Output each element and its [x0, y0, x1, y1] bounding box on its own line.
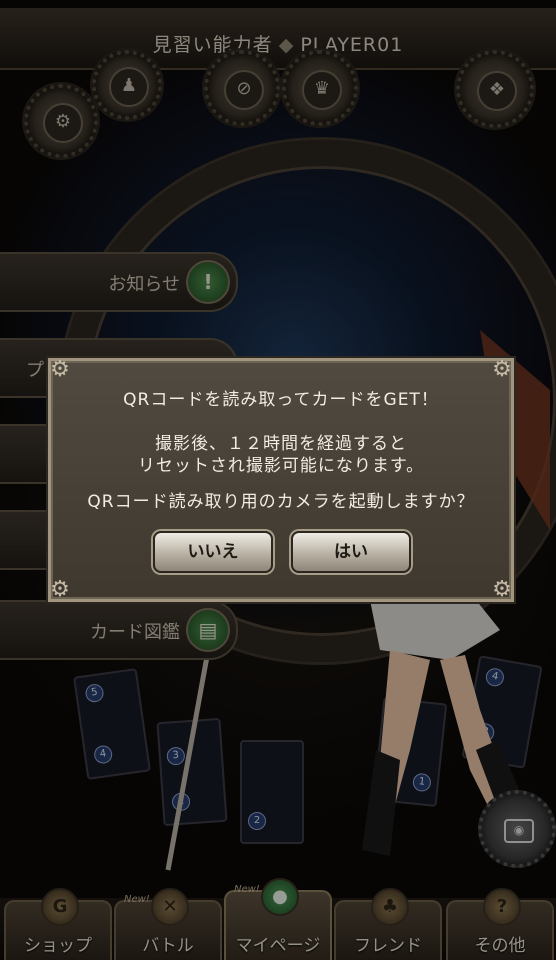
- yes-button[interactable]: はい: [291, 531, 411, 573]
- corner-gear-icon: ⚙: [492, 577, 512, 602]
- corner-gear-icon: ⚙: [50, 357, 70, 382]
- dialog-question: QRコード読み取り用のカメラを起動しますか？: [87, 492, 475, 512]
- qr-camera-dialog: ⚙ ⚙ ⚙ ⚙ QRコードを読み取ってカードをGET！ 撮影後、１２時間を経過す…: [48, 357, 514, 602]
- no-button[interactable]: いいえ: [153, 531, 273, 573]
- corner-gear-icon: ⚙: [492, 357, 512, 382]
- dialog-title: QRコードを読み取ってカードをGET！: [123, 390, 439, 410]
- dialog-line-2: リセットされ撮影可能になります。: [137, 456, 425, 476]
- corner-gear-icon: ⚙: [50, 577, 70, 602]
